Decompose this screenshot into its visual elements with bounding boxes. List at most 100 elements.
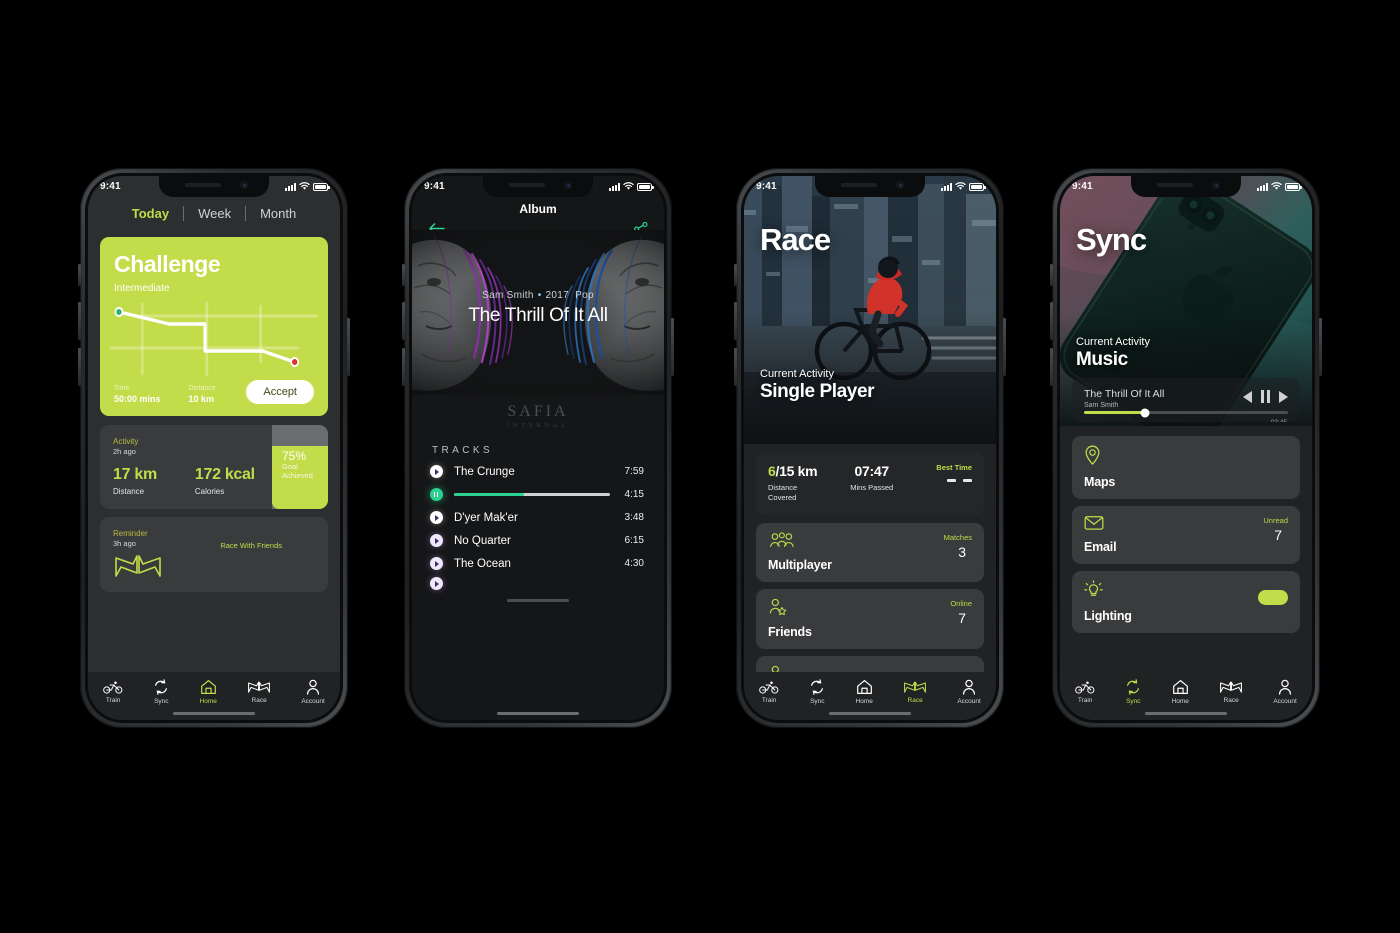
- earpiece-speaker: [841, 183, 877, 187]
- play-icon[interactable]: [430, 511, 443, 524]
- route-map: [110, 302, 318, 376]
- nav-label-sync: Sync: [810, 698, 825, 705]
- race-hero: Race Current Activity Single Player: [744, 176, 996, 444]
- nav-item-train[interactable]: Train: [1075, 681, 1095, 704]
- home-indicator[interactable]: [829, 712, 911, 715]
- track-row[interactable]: The Ocean 4:30: [412, 552, 664, 575]
- album-artist: Sam Smith: [482, 290, 534, 301]
- race-time-stat: 07:47 Mins Passed: [836, 463, 907, 493]
- list-item-multiplayer[interactable]: Multiplayer Matches 3: [756, 523, 984, 583]
- track-name: No Quarter: [454, 534, 511, 547]
- player-progress-knob[interactable]: [1140, 408, 1150, 417]
- list-item-email[interactable]: Email Unread 7: [1072, 506, 1300, 564]
- challenge-time: Time 50:00 mins: [114, 385, 161, 404]
- play-icon[interactable]: [430, 465, 443, 478]
- nav-item-race[interactable]: Race: [1219, 680, 1243, 704]
- nav-item-account[interactable]: Account: [1273, 679, 1297, 705]
- challenge-distance: Distance 10 km: [189, 385, 216, 404]
- play-icon[interactable]: [430, 534, 443, 547]
- volume-down-button[interactable]: [78, 348, 81, 386]
- current-activity-label: Current Activity: [760, 368, 834, 380]
- list-item-lighting[interactable]: Lighting: [1072, 571, 1300, 633]
- current-activity-value: Music: [1076, 349, 1128, 370]
- nav-item-home[interactable]: Home: [200, 679, 217, 705]
- track-row[interactable]: The Crunge 7:59: [412, 460, 664, 483]
- nav-item-race[interactable]: Race: [903, 680, 927, 704]
- track-duration: 6:15: [624, 535, 644, 546]
- nav-item-sync[interactable]: Sync: [1125, 679, 1141, 705]
- play-icon[interactable]: [430, 577, 443, 590]
- track-duration: 4:15: [624, 489, 644, 500]
- list-item-friends[interactable]: Friends Online 7: [756, 589, 984, 650]
- nav-item-home[interactable]: Home: [856, 679, 873, 705]
- list-item-maps[interactable]: Maps: [1072, 436, 1300, 499]
- accept-button[interactable]: Accept: [246, 380, 314, 404]
- challenge-card[interactable]: Challenge Intermediate Time 50:00 mins D…: [100, 237, 328, 416]
- nav-item-race[interactable]: Race: [247, 680, 271, 704]
- volume-up-button[interactable]: [734, 302, 737, 340]
- nav-item-train[interactable]: Train: [103, 681, 123, 704]
- race-distance-done: 6: [768, 463, 776, 479]
- music-player-card[interactable]: The Thrill Of It All Sam Smith - 03:45: [1072, 378, 1300, 422]
- mute-switch[interactable]: [734, 264, 737, 286]
- mute-switch[interactable]: [402, 264, 405, 286]
- track-duration: 7:59: [624, 466, 644, 477]
- activity-calories-caption: Calories: [194, 487, 225, 496]
- previous-track-icon[interactable]: [1243, 390, 1252, 403]
- track-row-playing[interactable]: 4:15: [412, 483, 664, 506]
- notch: [1131, 176, 1241, 197]
- list-item-badge-label: Unread: [1263, 516, 1288, 525]
- list-item-badge-label: Matches: [943, 533, 972, 543]
- nav-label-race: Race: [907, 697, 923, 704]
- wifi-icon: [299, 182, 310, 190]
- next-track-icon[interactable]: [1279, 390, 1288, 403]
- activity-distance-value: 17 km: [113, 466, 157, 483]
- mute-switch[interactable]: [1050, 264, 1053, 286]
- tab-month[interactable]: Month: [246, 206, 310, 221]
- goal-progress-block: 75% Goal Achieved: [272, 425, 328, 509]
- volume-up-button[interactable]: [402, 302, 405, 340]
- volume-up-button[interactable]: [1050, 302, 1053, 340]
- track-row-next[interactable]: [412, 575, 664, 595]
- nav-item-account[interactable]: Account: [957, 679, 981, 705]
- nav-label-race: Race: [1223, 697, 1239, 704]
- tab-week[interactable]: Week: [184, 206, 245, 221]
- track-progress-bar[interactable]: [454, 493, 610, 496]
- map-pin-icon: [1085, 445, 1100, 465]
- power-button[interactable]: [671, 318, 674, 376]
- power-button[interactable]: [1319, 318, 1322, 376]
- tab-today[interactable]: Today: [118, 206, 183, 221]
- power-button[interactable]: [1003, 318, 1006, 376]
- player-progress-bar[interactable]: [1084, 408, 1288, 417]
- reminder-card[interactable]: Reminder 3h ago Race With Friends: [100, 517, 328, 592]
- pause-icon[interactable]: [430, 488, 443, 501]
- play-icon[interactable]: [430, 557, 443, 570]
- home-indicator[interactable]: [1145, 712, 1227, 715]
- nav-label-train: Train: [1077, 696, 1093, 704]
- lighting-toggle[interactable]: [1258, 590, 1288, 605]
- nav-label-race: Race: [251, 697, 267, 704]
- power-button[interactable]: [347, 318, 350, 376]
- mute-switch[interactable]: [78, 264, 81, 286]
- player-artist: Sam Smith: [1084, 402, 1119, 409]
- volume-down-button[interactable]: [1050, 348, 1053, 386]
- nav-item-sync[interactable]: Sync: [153, 679, 169, 705]
- list-item-badge-value: 3: [958, 544, 966, 561]
- race-distance-caption: Distance Covered: [768, 483, 798, 503]
- pause-icon[interactable]: [1261, 390, 1270, 403]
- volume-down-button[interactable]: [402, 348, 405, 386]
- activity-card[interactable]: Activity 2h ago 17 km Distance 172 kcal …: [100, 425, 328, 509]
- nav-item-sync[interactable]: Sync: [809, 679, 825, 705]
- volume-down-button[interactable]: [734, 348, 737, 386]
- phone-1-home: 9:41 Today Week Month Challenge Intermed…: [78, 168, 350, 728]
- nav-item-home[interactable]: Home: [1172, 679, 1189, 705]
- track-row[interactable]: D'yer Mak'er 3:48: [412, 506, 664, 529]
- challenge-distance-label: Distance: [188, 385, 216, 392]
- home-indicator[interactable]: [173, 712, 255, 715]
- nav-item-account[interactable]: Account: [301, 679, 325, 705]
- volume-up-button[interactable]: [78, 302, 81, 340]
- home-indicator[interactable]: [497, 712, 579, 715]
- nav-item-train[interactable]: Train: [759, 681, 779, 704]
- list-item-label: Maps: [1084, 475, 1116, 489]
- track-row[interactable]: No Quarter 6:15: [412, 529, 664, 552]
